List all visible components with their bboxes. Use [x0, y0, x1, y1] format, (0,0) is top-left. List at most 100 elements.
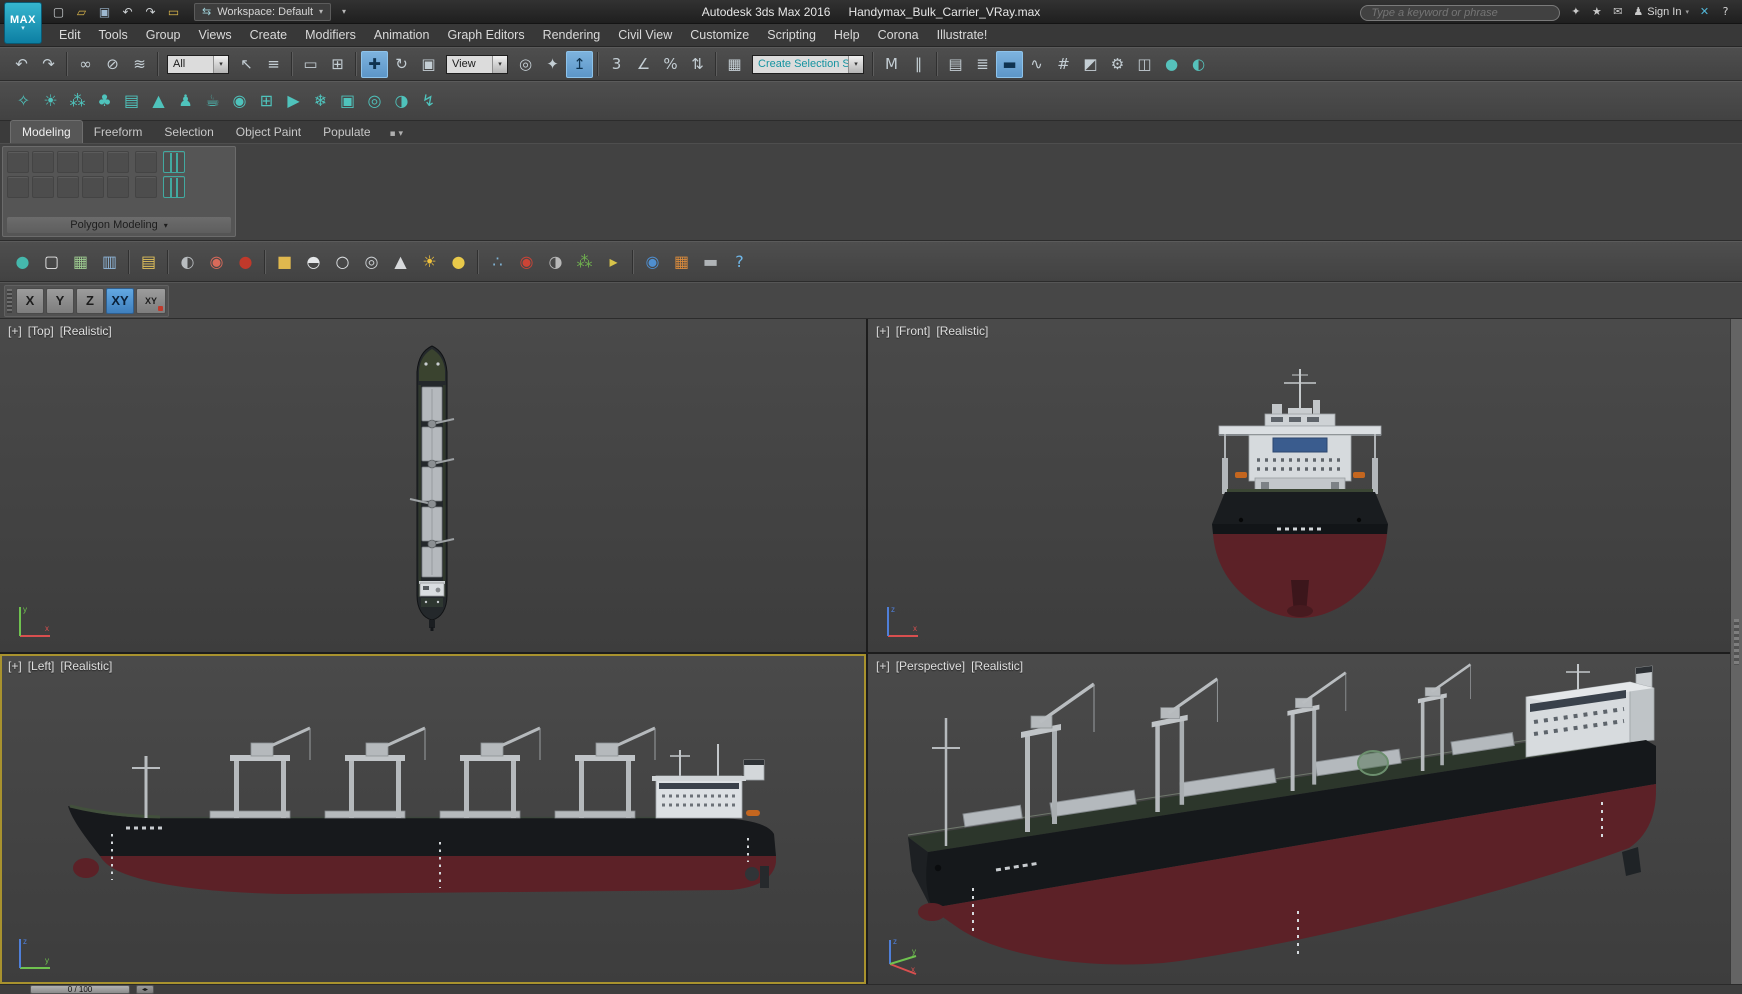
dome-primitive-icon[interactable]: ◓ — [299, 246, 328, 277]
menu-views[interactable]: Views — [189, 25, 240, 45]
layer-table-icon[interactable]: ▥ — [95, 246, 124, 277]
particle-snow-icon[interactable]: ❄ — [307, 86, 334, 116]
grid-array-icon[interactable]: ⊞ — [253, 86, 280, 116]
crowd-icon[interactable]: ⁂ — [64, 86, 91, 116]
select-and-manipulate-icon[interactable]: ✦ — [539, 51, 566, 78]
geosphere-icon[interactable]: ◉ — [226, 86, 253, 116]
polygon-modeling-dropdown[interactable]: Polygon Modeling ▾ — [7, 217, 231, 233]
bridge-wings[interactable] — [1218, 425, 1382, 436]
physical-camera-icon[interactable]: ◎ — [361, 86, 388, 116]
forest-tree-icon[interactable]: ♣ — [91, 86, 118, 116]
toggle-scene-explorer-icon[interactable]: ▤ — [942, 51, 969, 78]
shiny-ball-icon[interactable]: ◉ — [512, 246, 541, 277]
snaps-toggle-icon[interactable]: 3 — [603, 51, 630, 78]
render-iray-icon[interactable]: ◐ — [1185, 51, 1212, 78]
bird-icon[interactable]: ▸ — [599, 246, 628, 277]
menu-create[interactable]: Create — [241, 25, 297, 45]
daylight-system-icon[interactable]: ☀ — [37, 86, 64, 116]
toggle-layer-explorer-icon[interactable]: ≣ — [969, 51, 996, 78]
select-by-name-icon[interactable]: ≡ — [260, 51, 287, 78]
ribbon-tool-button[interactable] — [32, 176, 54, 198]
menu-scripting[interactable]: Scripting — [758, 25, 825, 45]
time-slider-handle[interactable]: 0 / 100 — [30, 985, 130, 994]
ribbon-tool-button[interactable] — [135, 151, 157, 173]
keyboard-shortcut-override-icon[interactable]: ↥ — [566, 50, 593, 78]
viewport-pov-menu[interactable]: [Left] — [28, 659, 55, 673]
torus-primitive-icon[interactable]: ○ — [328, 246, 357, 277]
preview-animation-icon[interactable]: ▶ — [280, 86, 307, 116]
earth-globe-icon[interactable]: ◉ — [638, 246, 667, 277]
toggle-ribbon-icon[interactable]: ▬ — [996, 50, 1023, 78]
ship-model-front-view[interactable] — [1185, 364, 1415, 624]
tab-populate[interactable]: Populate — [312, 121, 381, 143]
help-menu-icon[interactable]: ? — [1717, 5, 1734, 18]
percent-snap-toggle-icon[interactable]: % — [657, 51, 684, 78]
cone-primitive-icon[interactable]: ▲ — [386, 246, 415, 277]
use-pivot-point-center-icon[interactable]: ◎ — [512, 51, 539, 78]
open-file-icon[interactable]: ▱ — [71, 3, 92, 21]
quick-access-overflow-icon[interactable]: ▾ — [337, 7, 351, 16]
viewport-perspective[interactable]: [+] [Perspective] [Realistic] z x y — [868, 654, 1730, 984]
ribbon-config-icon[interactable]: ▪ ▾ — [390, 129, 403, 139]
workspace-selector[interactable]: ⇆ Workspace: Default ▾ — [194, 2, 332, 21]
character-icon[interactable]: ♟ — [172, 86, 199, 116]
sun-icon[interactable]: ☀ — [415, 246, 444, 277]
new-sheet-icon[interactable]: ▢ — [37, 246, 66, 277]
command-panel-splitter[interactable] — [1730, 319, 1742, 984]
terrain-icon[interactable]: ▲ — [145, 86, 172, 116]
bind-to-space-warp-icon[interactable]: ≋ — [126, 51, 153, 78]
viewport-pov-menu[interactable]: [Top] — [28, 324, 54, 338]
ribbon-tool-button[interactable] — [32, 151, 54, 173]
viewport-shading-menu[interactable]: [Realistic] — [936, 324, 988, 338]
ship-model-top-view[interactable] — [406, 343, 458, 633]
ribbon-tool-button[interactable] — [7, 151, 29, 173]
ribbon-tool-button[interactable] — [57, 176, 79, 198]
select-object-icon[interactable]: ↖ — [233, 51, 260, 78]
unlink-selection-icon[interactable]: ⊘ — [99, 51, 126, 78]
box-primitive-icon[interactable]: ■ — [270, 246, 299, 277]
checker-ball-icon[interactable]: ◑ — [541, 246, 570, 277]
new-scene-icon[interactable]: ▢ — [48, 3, 69, 21]
application-menu-button[interactable]: MAX ▾ — [4, 2, 42, 44]
select-and-rotate-icon[interactable]: ↻ — [388, 51, 415, 78]
ribbon-tool-button[interactable] — [82, 176, 104, 198]
deck-cranes[interactable] — [228, 726, 657, 820]
menu-group[interactable]: Group — [137, 25, 190, 45]
menu-illustrate[interactable]: Illustrate! — [928, 25, 997, 45]
container-icon[interactable]: ▣ — [334, 86, 361, 116]
restrict-x-button[interactable]: X — [16, 287, 44, 314]
a360-icon[interactable]: ✕ — [1696, 5, 1713, 18]
viewport-pov-menu[interactable]: [Front] — [896, 324, 931, 338]
ship-hull-underwater-side[interactable] — [100, 856, 776, 894]
schematic-view-icon[interactable]: # — [1050, 51, 1077, 78]
ribbon-highlighted-tool-button[interactable] — [163, 151, 185, 173]
favorites-icon[interactable]: ★ — [1588, 5, 1605, 18]
render-setup-icon[interactable]: ⚙ — [1104, 51, 1131, 78]
menu-rendering[interactable]: Rendering — [534, 25, 610, 45]
viewport-left[interactable]: [+] [Left] [Realistic] y z — [0, 654, 866, 984]
infocenter-help-icon[interactable]: ✉ — [1609, 5, 1626, 18]
select-and-link-icon[interactable]: ∞ — [72, 51, 99, 78]
sphere-yellow-icon[interactable]: ● — [444, 246, 473, 277]
window-crossing-toggle-icon[interactable]: ⊞ — [324, 51, 351, 78]
menu-help[interactable]: Help — [825, 25, 869, 45]
undo-icon[interactable]: ↶ — [8, 51, 35, 78]
reference-coordinate-dropdown[interactable]: View ▾ — [446, 54, 508, 74]
ship-model-perspective[interactable] — [878, 656, 1708, 978]
proxy-sphere-icon[interactable]: ◐ — [173, 246, 202, 277]
ribbon-tool-button[interactable] — [107, 151, 129, 173]
align-icon[interactable]: ∥ — [905, 51, 932, 78]
power-toggle-icon[interactable]: ↯ — [415, 86, 442, 116]
ribbon-tool-button[interactable] — [82, 151, 104, 173]
restrict-xy-plane-button[interactable]: XY — [106, 287, 134, 314]
viewport-shading-menu[interactable]: [Realistic] — [971, 659, 1023, 673]
sign-in-button[interactable]: ♟ Sign In ▾ — [1633, 5, 1689, 18]
time-slider-step-button[interactable]: ◂▸ — [136, 985, 154, 994]
data-grid-icon[interactable]: ▦ — [66, 246, 95, 277]
ribbon-tool-button[interactable] — [7, 176, 29, 198]
menu-tools[interactable]: Tools — [90, 25, 137, 45]
ship-model-side-view[interactable] — [60, 722, 805, 914]
restrict-y-button[interactable]: Y — [46, 287, 74, 314]
viewport-general-menu[interactable]: [+] — [876, 324, 890, 338]
menu-civil-view[interactable]: Civil View — [609, 25, 681, 45]
